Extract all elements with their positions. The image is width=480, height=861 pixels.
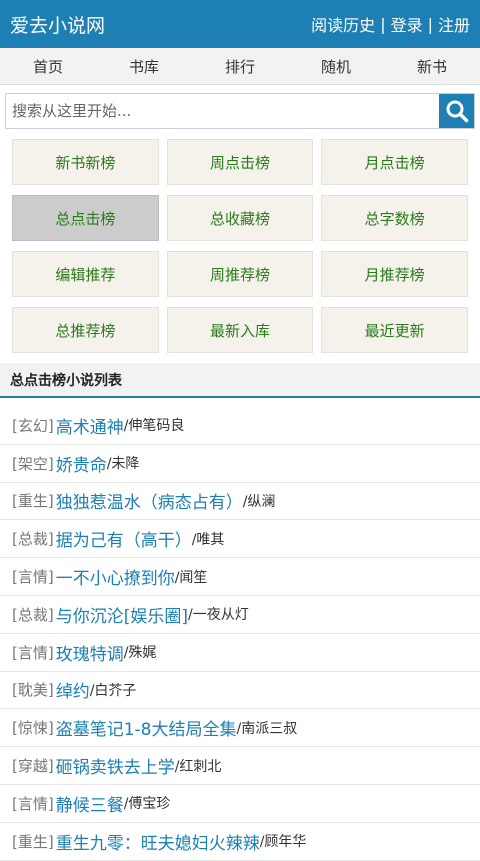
book-author: /白芥子: [89, 682, 137, 699]
list-title: 总点击榜小说列表: [0, 363, 480, 398]
rank-grid: 新书新榜 周点击榜 月点击榜总点击榜 总收藏榜 总字数榜编辑推荐 周推荐榜 月推荐榜总推荐榜…: [12, 139, 468, 353]
rank-button[interactable]: 编辑推荐: [12, 251, 159, 297]
book-author: /红刺北: [174, 758, 222, 775]
book-title-link[interactable]: 独独惹温水（病态占有）: [56, 488, 243, 513]
book-title-link[interactable]: 娇贵命: [56, 451, 107, 476]
rank-button[interactable]: 周推荐榜: [166, 251, 314, 297]
book-author: /殊娓: [123, 645, 157, 662]
rank-button[interactable]: 月点击榜: [321, 139, 468, 185]
book-title-link[interactable]: 绰约: [56, 677, 90, 702]
list-item: [总裁] 据为己有（高干）/唯其: [0, 520, 480, 559]
nav-new-books[interactable]: 新书: [417, 56, 447, 77]
separator: |: [427, 14, 433, 34]
book-author: /未降: [106, 456, 140, 473]
book-title-link[interactable]: 静候三餐: [56, 791, 124, 816]
login-link[interactable]: 登录: [391, 12, 423, 36]
book-list: [玄幻] 高术通神/伸笔码良 [架空] 娇贵命/未降 [重生] 独独惹温水（病态占有）/纵…: [0, 407, 480, 861]
nav-ranking[interactable]: 排行: [225, 56, 255, 77]
list-item: [架空] 娇贵命/未降: [0, 445, 480, 483]
register-link[interactable]: 注册: [438, 12, 470, 36]
site-title[interactable]: 爱去小说网: [10, 11, 105, 38]
rank-button[interactable]: 总收藏榜: [166, 195, 314, 241]
book-category: [言情]: [12, 568, 54, 587]
list-item: [惊悚] 盗墓笔记1-8大结局全集/南派三叔: [0, 709, 480, 748]
list-item: [玄幻] 高术通神/伸笔码良: [0, 407, 480, 445]
book-title-link[interactable]: 砸锅卖铁去上学: [56, 753, 175, 778]
nav-home[interactable]: 首页: [33, 56, 63, 77]
list-item: [言情] 一不小心撩到你/闻笙: [0, 558, 480, 596]
nav-random[interactable]: 随机: [321, 56, 351, 77]
book-title-link[interactable]: 与你沉沦[娱乐圈]: [56, 602, 188, 627]
rank-button[interactable]: 新书新榜: [12, 139, 159, 185]
book-author: /唯其: [191, 531, 225, 548]
book-title-link[interactable]: 重生九零：旺夫媳妇火辣辣: [56, 829, 260, 854]
book-title-link[interactable]: 高术通神: [56, 413, 124, 438]
rank-button[interactable]: 月推荐榜: [321, 251, 468, 297]
list-item: [耽美] 绰约/白芥子: [0, 672, 480, 710]
book-category: [耽美]: [12, 681, 54, 700]
rank-button[interactable]: 总点击榜: [12, 195, 159, 241]
rank-button[interactable]: 周点击榜: [166, 139, 314, 185]
book-category: [重生]: [12, 832, 54, 851]
search-button[interactable]: [439, 94, 474, 128]
rank-button[interactable]: 最新入库: [166, 307, 314, 353]
book-title-link[interactable]: 盗墓笔记1-8大结局全集: [56, 715, 237, 740]
book-author: /纵澜: [242, 493, 276, 510]
reading-history-link[interactable]: 阅读历史: [311, 12, 375, 36]
book-author: /闻笙: [174, 569, 208, 586]
rank-button[interactable]: 最近更新: [321, 307, 468, 353]
main-nav: 首页 书库 排行 随机 新书: [0, 48, 480, 85]
top-bar: 爱去小说网 阅读历史 | 登录 | 注册: [0, 0, 480, 48]
list-item: [言情] 玫瑰特调/殊娓: [0, 634, 480, 672]
book-category: [架空]: [12, 454, 54, 473]
list-item: [言情] 静候三餐/傅宝珍: [0, 785, 480, 823]
book-author: /顾年华: [259, 834, 307, 851]
book-author: /伸笔码良: [123, 418, 185, 435]
book-category: [言情]: [12, 643, 54, 662]
book-author: /傅宝珍: [123, 796, 171, 813]
book-category: [穿越]: [12, 757, 54, 776]
search-input[interactable]: [6, 94, 439, 128]
book-category: [玄幻]: [12, 416, 54, 435]
book-category: [重生]: [12, 492, 54, 511]
nav-library[interactable]: 书库: [129, 56, 159, 77]
book-category: [总裁]: [12, 530, 54, 549]
search-icon: [446, 100, 468, 123]
rank-button[interactable]: 总推荐榜: [12, 307, 159, 353]
book-category: [惊悚]: [12, 719, 54, 738]
list-item: [重生] 重生九零：旺夫媳妇火辣辣/顾年华: [0, 823, 480, 861]
list-item: [穿越] 砸锅卖铁去上学/红刺北: [0, 747, 480, 785]
book-category: [总裁]: [12, 605, 54, 624]
book-title-link[interactable]: 据为己有（高干）: [56, 526, 192, 551]
book-title-link[interactable]: 玫瑰特调: [56, 640, 124, 665]
search-bar: [5, 93, 475, 129]
rank-button[interactable]: 总字数榜: [321, 195, 468, 241]
user-links: 阅读历史 | 登录 | 注册: [311, 12, 470, 36]
list-item: [总裁] 与你沉沦[娱乐圈]/一夜从灯: [0, 596, 480, 634]
book-author: /南派三叔: [236, 720, 298, 737]
list-item: [重生] 独独惹温水（病态占有）/纵澜: [0, 483, 480, 521]
book-author: /一夜从灯: [187, 607, 249, 624]
separator: |: [380, 14, 386, 34]
book-category: [言情]: [12, 794, 54, 813]
book-title-link[interactable]: 一不小心撩到你: [56, 564, 175, 589]
